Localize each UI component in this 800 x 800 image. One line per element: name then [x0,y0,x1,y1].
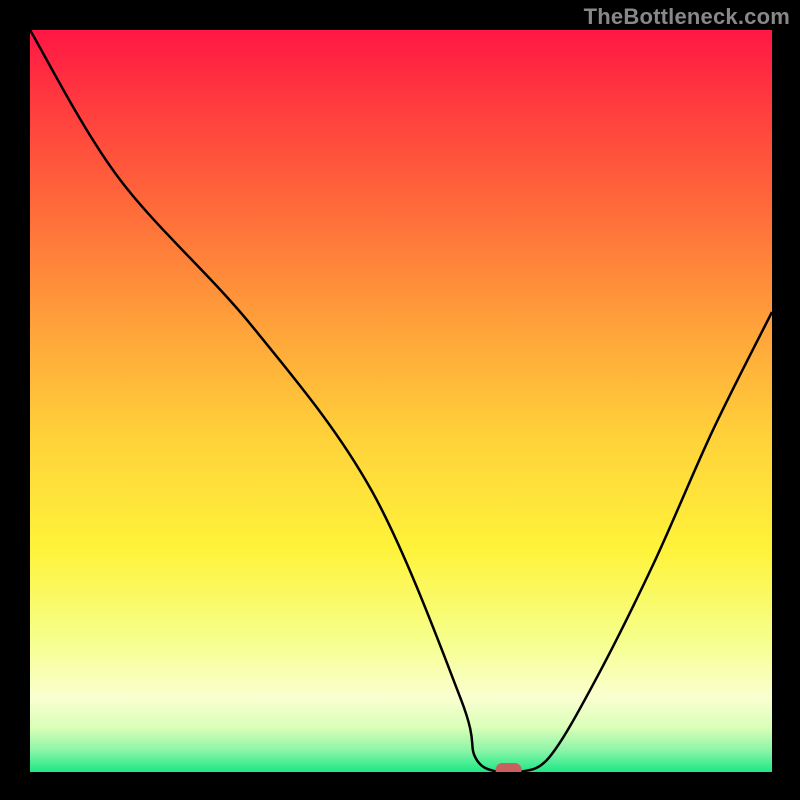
gradient-background [30,30,772,772]
optimal-marker [496,763,522,772]
watermark-text: TheBottleneck.com [584,4,790,30]
chart-frame: TheBottleneck.com [0,0,800,800]
bottleneck-chart [30,30,772,772]
